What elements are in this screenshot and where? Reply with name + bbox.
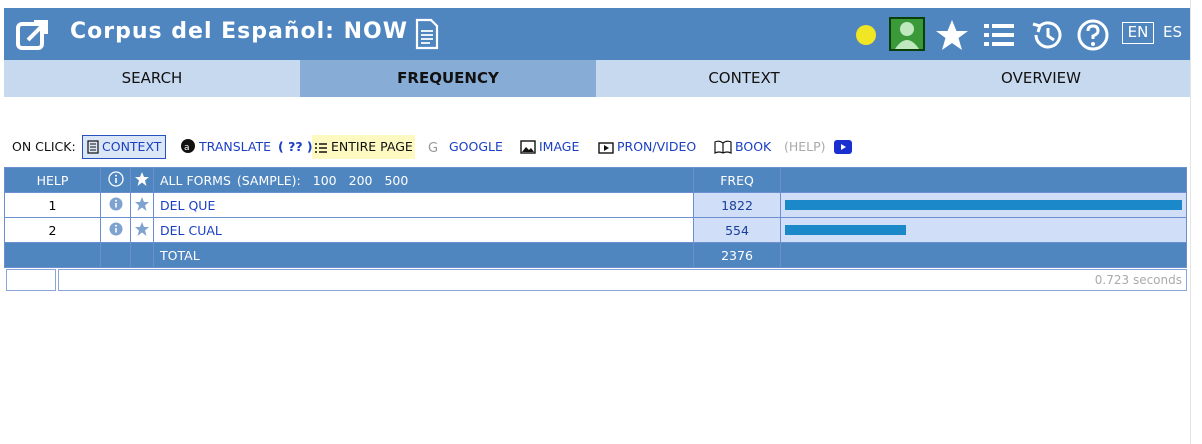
info-icon [109,197,122,210]
row-freq[interactable]: 554 [693,217,781,243]
word-link[interactable]: DEL CUAL [160,223,222,238]
row-star-button[interactable] [130,217,154,243]
all-forms-label: ALL FORMS [160,172,231,188]
translate-option-label: TRANSLATE [199,139,272,154]
bar-header [780,167,1187,193]
row-word[interactable]: DEL QUE [153,192,694,218]
row-bar-cell [780,217,1187,243]
info-icon [109,222,122,235]
google-option-label: GOOGLE [449,139,503,154]
on-click-book-option[interactable]: BOOK [714,135,771,159]
frequency-bar [785,200,1182,210]
row-info-button[interactable] [100,192,131,218]
star-icon[interactable] [934,18,970,52]
book-option-label: BOOK [735,139,772,154]
timing-text: 0.723 seconds [58,269,1187,291]
row-star-button[interactable] [130,192,154,218]
star-header [130,167,154,193]
scrollbar-track[interactable] [1190,0,1202,444]
lang-es-button[interactable]: ES [1163,23,1182,41]
star-icon [135,171,149,186]
table-row: 1 DEL QUE 1822 [4,192,1187,218]
on-click-translate-option[interactable]: a TRANSLATE [180,135,271,159]
table-header-row: HELP ALL FORMS (SAMPLE): 100 200 500 FREQ [4,167,1187,193]
total-empty-cell [4,242,101,268]
document-icon[interactable] [414,18,440,50]
row-freq[interactable]: 1822 [693,192,781,218]
user-icon[interactable] [889,17,925,51]
video-icon [598,142,614,154]
frequency-table: HELP ALL FORMS (SAMPLE): 100 200 500 FREQ 1 … [4,167,1187,268]
external-link-icon[interactable] [16,18,50,52]
row-word[interactable]: DEL CUAL [153,217,694,243]
play-video-button[interactable] [834,135,855,159]
translate-language-link[interactable]: ( ?? ) [278,135,313,159]
freq-header[interactable]: FREQ [693,167,781,193]
status-dot-icon [856,25,876,45]
tab-bar: SEARCH FREQUENCY CONTEXT OVERVIEW [4,60,1190,97]
on-click-label: ON CLICK: [12,139,76,154]
tab-search[interactable]: SEARCH [4,60,300,97]
frequency-bar [785,225,906,235]
on-click-help-link[interactable]: (HELP) [784,135,826,159]
context-option-label: CONTEXT [102,139,162,154]
table-row: 2 DEL CUAL 554 [4,217,1187,243]
total-label: TOTAL [153,242,694,268]
tab-context[interactable]: CONTEXT [596,60,892,97]
image-icon [520,140,536,154]
star-icon [135,221,149,236]
on-click-image-option[interactable]: IMAGE [520,135,579,159]
play-icon [834,140,852,154]
svg-text:G: G [428,141,438,154]
star-icon [135,196,149,211]
on-click-pron-video-option[interactable]: PRON/VIDEO [598,135,696,159]
word-link[interactable]: DEL QUE [160,198,215,213]
tab-frequency[interactable]: FREQUENCY [300,60,596,97]
total-empty-cell [100,242,131,268]
sample-label: (SAMPLE): [236,172,301,188]
all-forms-header: ALL FORMS (SAMPLE): 100 200 500 [153,167,694,193]
header-bar: Corpus del Español: NOW EN ES [4,8,1190,60]
footer-box [6,269,56,291]
total-empty-cell [130,242,154,268]
svg-text:a: a [184,143,190,153]
help-header[interactable]: HELP [4,167,101,193]
tab-overview[interactable]: OVERVIEW [892,60,1190,97]
book-icon [714,140,732,154]
on-click-entire-page-option[interactable]: ENTIRE PAGE [312,135,415,159]
help-icon[interactable] [1076,18,1110,52]
row-number: 2 [4,217,101,243]
sample-500-link[interactable]: 500 [384,173,408,188]
total-row: TOTAL 2376 [4,242,1187,268]
info-icon [107,170,124,187]
row-bar-cell [780,192,1187,218]
row-info-button[interactable] [100,217,131,243]
image-option-label: IMAGE [539,139,580,154]
list-icon [315,143,327,153]
text-icon [87,140,99,154]
info-header [100,167,131,193]
lang-en-button[interactable]: EN [1122,22,1154,44]
google-icon: G [428,141,438,156]
sample-100-link[interactable]: 100 [313,173,337,188]
list-icon[interactable] [982,18,1016,52]
entire-page-option-label: ENTIRE PAGE [331,139,413,154]
sample-200-link[interactable]: 200 [349,173,373,188]
translate-icon: a [181,139,195,153]
on-click-google-option[interactable]: G GOOGLE [428,135,503,159]
app-title: Corpus del Español: NOW [70,19,409,44]
pron-video-option-label: PRON/VIDEO [617,139,697,154]
row-number: 1 [4,192,101,218]
history-icon[interactable] [1030,18,1064,52]
total-bar-cell [780,242,1187,268]
total-freq: 2376 [693,242,781,268]
on-click-context-option[interactable]: CONTEXT [82,135,167,159]
